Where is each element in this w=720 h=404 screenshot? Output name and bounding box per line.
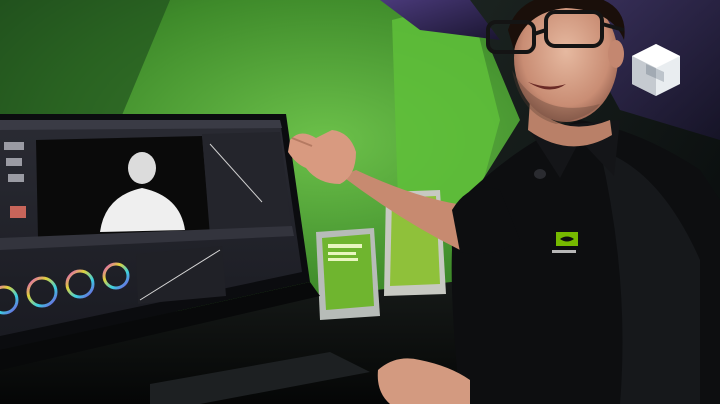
front-plaque	[316, 228, 380, 320]
scene-photo	[0, 0, 720, 404]
